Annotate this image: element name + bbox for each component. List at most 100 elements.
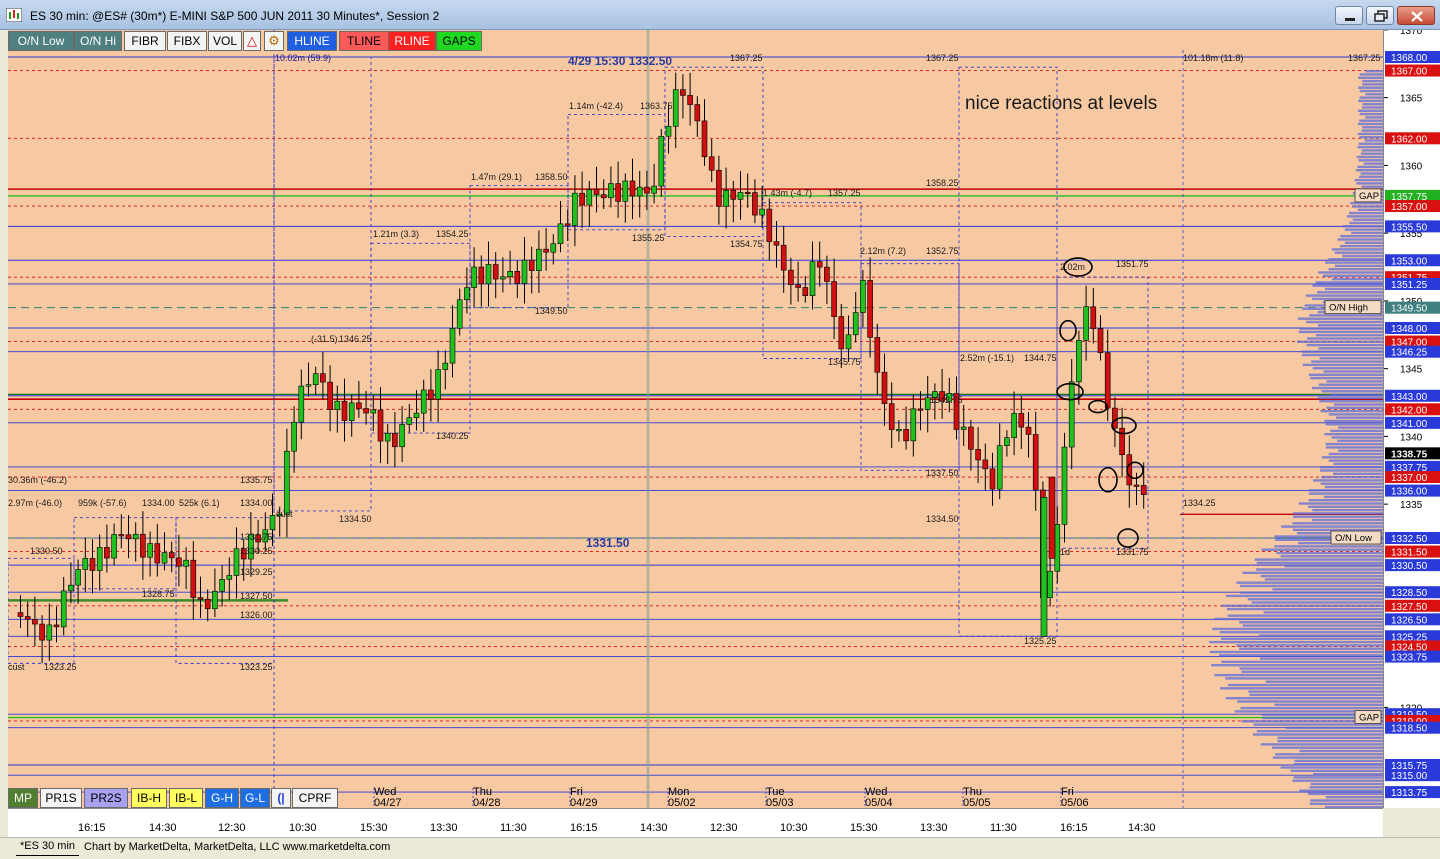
- profile-bar: [1358, 142, 1383, 145]
- profile-bar: [1326, 380, 1383, 383]
- candle-body: [665, 126, 672, 137]
- close-button[interactable]: [1397, 6, 1435, 25]
- candle-body: [564, 223, 571, 226]
- candle-body: [428, 389, 434, 400]
- toolbar-button-rline[interactable]: RLINE: [388, 31, 436, 51]
- price-tag-label: 1355.50: [1391, 222, 1428, 233]
- profile-bar: [1239, 584, 1383, 588]
- candle-body: [852, 312, 859, 336]
- candle: [204, 589, 211, 622]
- day-label: Wed 05/04: [865, 787, 893, 809]
- chart-label: 1330.25: [240, 546, 273, 556]
- profile-bar: [1315, 334, 1383, 337]
- candle-body: [363, 408, 369, 414]
- profile-bar: [1260, 574, 1383, 578]
- toolbar-button-vol[interactable]: VOL: [208, 31, 242, 51]
- candle-body: [356, 402, 362, 409]
- candle-body: [104, 547, 110, 559]
- profile-bar: [1281, 525, 1383, 528]
- candle: [399, 405, 405, 463]
- bracket-icon: (|: [277, 791, 285, 805]
- time-axis[interactable]: 16:15 14:30 12:30 10:30 15:30 13:30 11:30 16:15…: [8, 808, 1383, 837]
- candle-body: [334, 400, 341, 410]
- toolbar-button-o-n-hi[interactable]: O/N Hi: [74, 31, 122, 51]
- candle-body: [161, 552, 168, 564]
- price-tag: 1351.25: [1385, 277, 1440, 291]
- candle-body: [644, 186, 650, 194]
- candle-body: [413, 412, 420, 419]
- toolbar-button-g-l[interactable]: G-L: [240, 788, 270, 808]
- chart-label: 959k (-57.6): [78, 498, 127, 508]
- profile-bar: [1302, 363, 1383, 367]
- price-tag: 1355.50: [1385, 220, 1440, 233]
- profile-bar: [1318, 347, 1383, 350]
- toolbar-button-g-h[interactable]: G-H: [205, 788, 239, 808]
- chart-label: 2.52m (-15.1): [960, 353, 1014, 363]
- price-axis[interactable]: 1370136513601355135013451340133513201368…: [1383, 30, 1440, 808]
- profile-bar: [1211, 664, 1383, 667]
- volume-profiles: [1209, 70, 1383, 808]
- candle-body: [1104, 352, 1111, 409]
- chart-label: 1354.75: [730, 239, 763, 249]
- profile-bar: [1220, 687, 1383, 690]
- toolbar-button-ib-l[interactable]: IB-L: [169, 788, 203, 808]
- candle-body: [471, 266, 477, 288]
- profile-bar: [1356, 182, 1383, 185]
- candle: [1090, 287, 1097, 344]
- time-tick-label: 16:15: [78, 822, 106, 834]
- toolbar-button-pr2s[interactable]: PR2S: [84, 788, 128, 808]
- candle: [39, 615, 45, 664]
- candle: [442, 350, 449, 390]
- toolbar-button-tline[interactable]: TLINE: [339, 31, 389, 51]
- candle-body: [478, 266, 485, 285]
- restore-button[interactable]: [1366, 6, 1394, 25]
- toolbar-button-pr1s[interactable]: PR1S: [40, 788, 82, 808]
- profile-bar: [1322, 274, 1383, 277]
- candle-body: [593, 189, 600, 195]
- candle: [140, 511, 146, 580]
- toolbar-button-fibr[interactable]: FIBR: [124, 31, 166, 51]
- profile-bar: [1358, 159, 1383, 162]
- profile-bar: [1362, 79, 1383, 83]
- level-lines: [8, 30, 1383, 808]
- profile-bar: [1365, 116, 1383, 119]
- price-tag: 1323.75: [1385, 650, 1440, 664]
- chart-label: 1325.25: [1024, 636, 1057, 646]
- profile-bar: [1361, 129, 1383, 132]
- toolbar-button-o-n-low[interactable]: O/N Low: [8, 31, 74, 51]
- settings-tool-button[interactable]: ⚙: [264, 31, 284, 51]
- toolbar-button-ib-h[interactable]: IB-H: [131, 788, 167, 808]
- candle: [118, 514, 125, 549]
- candle-body: [140, 533, 146, 558]
- chart-area[interactable]: 10.02m (59.9) 4/29 15:30 1332.50 1367.25 13…: [8, 30, 1383, 808]
- profile-bar: [1338, 449, 1383, 452]
- axis-tick-label: 1345: [1400, 365, 1423, 376]
- candle: [795, 261, 801, 302]
- toolbar-button-fibx[interactable]: FIBX: [167, 31, 207, 51]
- profile-bar: [1330, 429, 1383, 433]
- candle: [82, 537, 89, 592]
- candle-body: [183, 559, 189, 567]
- toolbar-button-gaps[interactable]: GAPS: [436, 31, 482, 51]
- toolbar-button-cprf[interactable]: CPRF: [292, 788, 338, 808]
- time-tick-label: 12:30: [218, 822, 246, 834]
- candle: [672, 72, 679, 149]
- chart-label: cust: [8, 662, 25, 672]
- candle-body: [68, 584, 74, 592]
- chart-tab[interactable]: *ES 30 min: [16, 840, 80, 856]
- price-tag-label: 1362.00: [1391, 134, 1428, 145]
- lock-tool-button[interactable]: △: [243, 31, 261, 51]
- time-tick-label: 14:30: [640, 822, 668, 834]
- price-tag-label: 1348.00: [1391, 324, 1428, 335]
- toolbar-button-mp[interactable]: MP: [8, 788, 38, 808]
- toolbar-button-hline[interactable]: HLINE: [287, 31, 337, 51]
- candle: [485, 241, 492, 307]
- profile-bar: [1365, 70, 1383, 73]
- chart-label: 1345.75: [828, 357, 861, 367]
- price-chart[interactable]: 10.02m (59.9) 4/29 15:30 1332.50 1367.25 13…: [8, 30, 1383, 808]
- candle-body: [96, 547, 103, 571]
- candle-body: [543, 248, 549, 253]
- minimize-button[interactable]: [1335, 6, 1363, 25]
- bracket-tool-button[interactable]: (|: [271, 788, 291, 808]
- candle-body: [730, 190, 737, 200]
